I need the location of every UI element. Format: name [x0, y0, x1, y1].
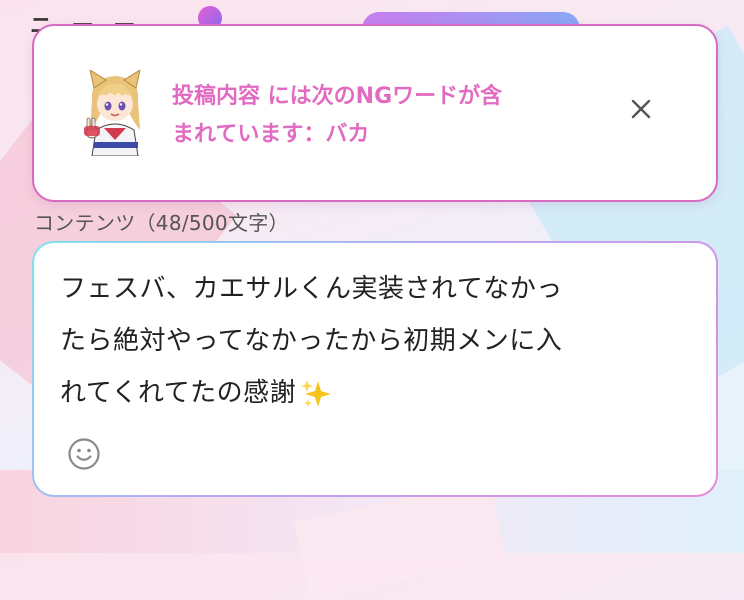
ng-word-toast: 投稿内容 には次のNGワードが含 まれています：バカ — [32, 24, 718, 202]
ng-word-message-line2: まれています：バカ — [172, 122, 370, 147]
ng-word-message-line1: 投稿内容 には次のNGワードが含 — [172, 84, 503, 109]
smiley-icon[interactable] — [67, 437, 101, 471]
content-line: れてくれてたの感謝 — [60, 378, 297, 408]
close-icon[interactable] — [624, 92, 658, 126]
content-textarea-inner[interactable]: フェスバ、カエサルくん実装されてなかっ たら絶対やってなかったから初期メンに入 … — [34, 243, 716, 495]
content-line: たら絶対やってなかったから初期メンに入 — [60, 326, 563, 356]
ng-word-message: 投稿内容 には次のNGワードが含 まれています：バカ — [172, 78, 612, 154]
sparkles-icon — [301, 379, 332, 407]
content-textarea[interactable]: フェスバ、カエサルくん実装されてなかっ たら絶対やってなかったから初期メンに入 … — [32, 241, 718, 497]
content-line: フェスバ、カエサルくん実装されてなかっ — [60, 274, 563, 304]
character-avatar — [84, 70, 141, 156]
content-counter-label: コンテンツ（48/500文字） — [34, 211, 289, 235]
content-text[interactable]: フェスバ、カエサルくん実装されてなかっ たら絶対やってなかったから初期メンに入 … — [60, 263, 680, 419]
